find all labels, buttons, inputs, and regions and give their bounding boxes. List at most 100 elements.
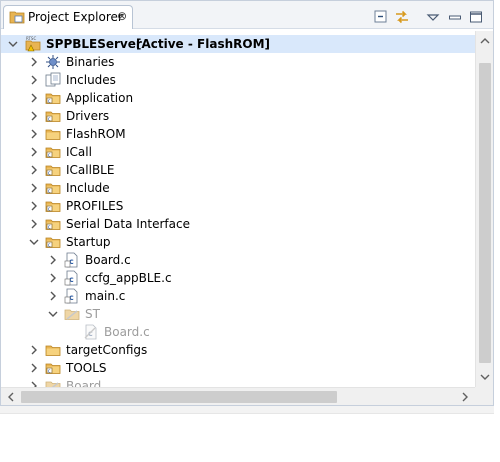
project-name: SPPBLEServer xyxy=(46,37,142,51)
tree-item-icall[interactable]: ICall xyxy=(1,143,475,161)
folder-icon xyxy=(45,342,61,358)
chevron-right-icon[interactable] xyxy=(47,289,59,303)
horizontal-scrollbar[interactable] xyxy=(1,387,475,405)
chevron-down-icon[interactable] xyxy=(7,37,19,51)
tree-item-tools[interactable]: TOOLS xyxy=(1,359,475,377)
folder-icon xyxy=(45,144,61,160)
tree-item-label: Board.c xyxy=(85,253,131,267)
tree-item-ccfg[interactable]: ccfg_appBLE.c xyxy=(1,269,475,287)
vertical-scrollbar[interactable] xyxy=(475,31,493,387)
chevron-right-icon[interactable] xyxy=(28,343,40,357)
tree-item-label: Serial Data Interface xyxy=(66,217,190,231)
tree-item-project[interactable]: RTSC SPPBLEServer [Active - FlashROM] xyxy=(1,35,475,53)
folder-icon xyxy=(45,198,61,214)
tree-item-icallble[interactable]: ICallBLE xyxy=(1,161,475,179)
folder-icon xyxy=(45,108,61,124)
includes-icon xyxy=(45,72,61,87)
tree-item-board[interactable]: Board xyxy=(1,377,475,387)
tree-item-label: TOOLS xyxy=(66,361,107,375)
tree-item-main-c[interactable]: main.c xyxy=(1,287,475,305)
tree-item-st-board-c[interactable]: Board.c xyxy=(1,323,475,341)
chevron-right-icon[interactable] xyxy=(28,55,40,69)
project-icon: RTSC xyxy=(25,36,41,52)
excluded-folder-icon xyxy=(45,378,61,387)
tree-item-profiles[interactable]: PROFILES xyxy=(1,197,475,215)
folder-icon xyxy=(45,360,61,376)
excluded-c-file-icon xyxy=(83,324,99,340)
chevron-right-icon[interactable] xyxy=(28,109,40,123)
folder-icon xyxy=(45,216,61,232)
tree-item-targetconfigs[interactable]: targetConfigs xyxy=(1,341,475,359)
project-explorer-view: Project Explorer ⊗ RTSC SPPBLEServer [Ac… xyxy=(0,0,494,406)
chevron-down-icon[interactable] xyxy=(28,235,40,249)
tree-item-application[interactable]: Application xyxy=(1,89,475,107)
folder-icon xyxy=(45,162,61,178)
tree-item-board-c[interactable]: Board.c xyxy=(1,251,475,269)
scroll-up-icon[interactable] xyxy=(479,35,491,47)
chevron-right-icon[interactable] xyxy=(28,379,40,387)
tree-item-st[interactable]: ST xyxy=(1,305,475,323)
tree-item-label: ST xyxy=(85,307,100,321)
scroll-right-icon[interactable] xyxy=(459,391,471,403)
tree-item-label: PROFILES xyxy=(66,199,124,213)
vertical-scroll-thumb[interactable] xyxy=(479,63,491,363)
folder-icon xyxy=(45,90,61,106)
c-file-icon xyxy=(64,252,80,268)
close-icon[interactable]: ⊗ xyxy=(117,9,127,23)
project-status: [Active - FlashROM] xyxy=(136,37,270,51)
tree-item-label: targetConfigs xyxy=(66,343,148,357)
folder-icon xyxy=(45,180,61,196)
binaries-icon xyxy=(46,55,60,69)
tree-item-label: Include xyxy=(66,181,110,195)
chevron-right-icon[interactable] xyxy=(28,361,40,375)
tree-item-label: Binaries xyxy=(66,55,115,69)
excluded-folder-icon xyxy=(64,306,80,322)
chevron-down-icon[interactable] xyxy=(47,307,59,321)
chevron-right-icon[interactable] xyxy=(28,217,40,231)
tab-project-explorer[interactable]: Project Explorer ⊗ xyxy=(3,5,133,29)
chevron-right-icon[interactable] xyxy=(28,145,40,159)
c-file-icon xyxy=(64,288,80,304)
view-bottom-border xyxy=(0,406,494,414)
tree-item-label: ccfg_appBLE.c xyxy=(85,271,172,285)
tree-item-include[interactable]: Include xyxy=(1,179,475,197)
chevron-right-icon[interactable] xyxy=(47,253,59,267)
tree-item-label: ICallBLE xyxy=(66,163,115,177)
scroll-left-icon[interactable] xyxy=(5,391,17,403)
minimize-icon[interactable] xyxy=(447,9,463,25)
tree-item-binaries[interactable]: Binaries xyxy=(1,53,475,71)
folder-icon xyxy=(45,234,61,250)
chevron-right-icon[interactable] xyxy=(28,163,40,177)
tree-item-label: Includes xyxy=(66,73,116,87)
view-menu-icon[interactable] xyxy=(425,9,441,25)
folder-icon xyxy=(45,126,61,142)
chevron-right-icon[interactable] xyxy=(28,91,40,105)
tree-item-startup[interactable]: Startup xyxy=(1,233,475,251)
scrollbar-corner xyxy=(475,387,493,405)
tree-item-label: Drivers xyxy=(66,109,110,123)
chevron-right-icon[interactable] xyxy=(28,199,40,213)
tree-item-label: main.c xyxy=(85,289,126,303)
maximize-icon[interactable] xyxy=(468,9,484,25)
link-with-editor-icon[interactable] xyxy=(394,9,410,25)
chevron-right-icon[interactable] xyxy=(47,271,59,285)
collapse-all-icon[interactable] xyxy=(373,9,389,25)
project-tree: RTSC SPPBLEServer [Active - FlashROM] Bi… xyxy=(1,31,475,387)
tree-item-label: Application xyxy=(66,91,134,105)
view-tab-bar: Project Explorer ⊗ xyxy=(1,1,493,29)
tree-item-flashrom[interactable]: FlashROM xyxy=(1,125,475,143)
c-file-icon xyxy=(64,270,80,286)
tree-item-includes[interactable]: Includes xyxy=(1,71,475,89)
tree-item-serial-data-interface[interactable]: Serial Data Interface xyxy=(1,215,475,233)
tree-item-label: Startup xyxy=(66,235,111,249)
tree-item-label: Board.c xyxy=(104,325,150,339)
chevron-right-icon[interactable] xyxy=(28,127,40,141)
scroll-down-icon[interactable] xyxy=(479,371,491,383)
chevron-right-icon[interactable] xyxy=(28,73,40,87)
chevron-right-icon[interactable] xyxy=(28,181,40,195)
horizontal-scroll-thumb[interactable] xyxy=(21,391,337,403)
tab-label: Project Explorer xyxy=(28,10,123,24)
tree-item-drivers[interactable]: Drivers xyxy=(1,107,475,125)
svg-text:RTSC: RTSC xyxy=(26,36,36,41)
tree-item-label: FlashROM xyxy=(66,127,126,141)
